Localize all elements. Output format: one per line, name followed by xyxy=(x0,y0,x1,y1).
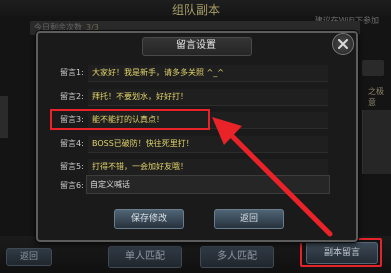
close-button[interactable] xyxy=(332,33,354,55)
message-text-2: 拜托！不要划水，好好打！ xyxy=(92,92,188,101)
message-label-1: 留言1: xyxy=(60,68,84,77)
message-text-1: 大家好！我是新手，请多多关照 ^_^ xyxy=(92,68,224,77)
single-match-button[interactable]: 单人匹配 xyxy=(108,246,182,268)
message-label-6: 留言6: xyxy=(60,181,84,190)
back-button[interactable]: 返回 xyxy=(214,209,284,229)
left-side-tab xyxy=(0,96,8,138)
page-title: 组队副本 xyxy=(171,3,220,17)
bottom-back-button[interactable]: 返回 xyxy=(6,248,52,266)
right-panel-text: 之极意 xyxy=(368,87,384,107)
message-label-5: 留言5: xyxy=(60,162,84,171)
save-button[interactable]: 保存修改 xyxy=(114,209,184,229)
multi-match-button[interactable]: 多人匹配 xyxy=(200,246,274,268)
custom-message-input[interactable]: 自定义喊话 xyxy=(86,175,330,194)
close-icon xyxy=(338,39,348,49)
right-side-panel xyxy=(362,110,391,174)
highlight-box xyxy=(50,109,210,130)
dialog-title: 留言设置 xyxy=(176,40,216,51)
right-side-button[interactable] xyxy=(362,60,384,76)
dungeon-message-button[interactable]: 副本留言 xyxy=(306,242,378,264)
message-text-5: 打得不错，一会加好友哦！ xyxy=(92,162,188,171)
message-text-4: BOSS已破防！快往死里打！ xyxy=(92,139,194,148)
message-label-4: 留言4: xyxy=(60,139,84,148)
message-label-2: 留言2: xyxy=(60,92,84,101)
